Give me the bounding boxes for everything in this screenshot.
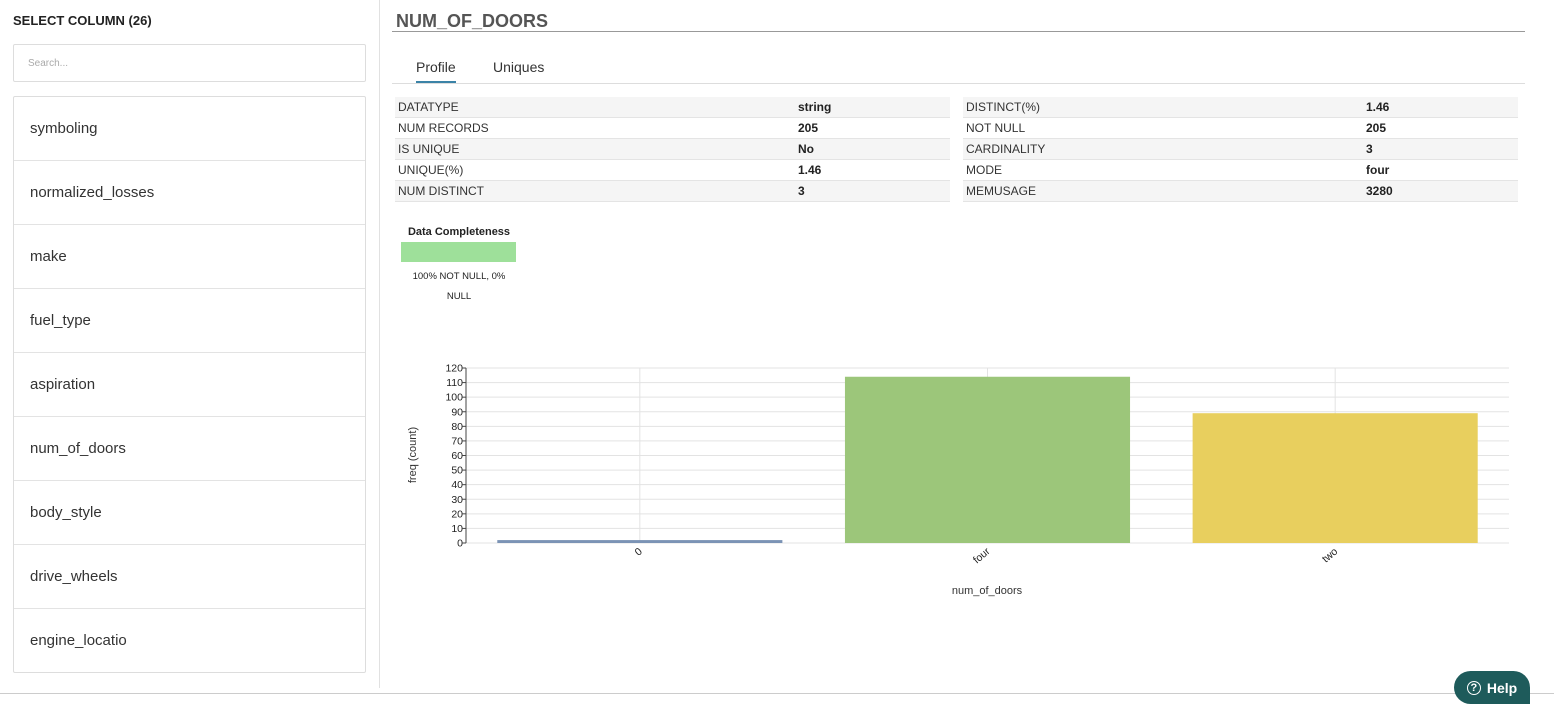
stat-row: CARDINALITY 3	[963, 138, 1518, 160]
tab-profile[interactable]: Profile	[416, 59, 456, 83]
y-tick-label: 20	[451, 508, 463, 520]
stat-row: NUM DISTINCT 3	[395, 180, 950, 202]
tab-uniques[interactable]: Uniques	[493, 59, 544, 81]
data-completeness: Data Completeness 100% NOT NULL, 0% NULL	[401, 226, 517, 307]
y-tick-label: 80	[451, 421, 463, 433]
stat-value: 205	[798, 117, 950, 139]
stat-key: NOT NULL	[963, 117, 1366, 139]
stat-key: NUM RECORDS	[395, 117, 798, 139]
page-title: NUM_OF_DOORS	[396, 11, 549, 31]
stat-key: NUM DISTINCT	[395, 180, 798, 202]
y-tick-label: 70	[451, 435, 463, 447]
stat-value: 3	[1366, 138, 1518, 160]
column-item-drive-wheels[interactable]: drive_wheels	[14, 545, 365, 609]
bar-0[interactable]	[497, 540, 783, 543]
stat-value: 3	[798, 180, 950, 202]
y-tick-label: 120	[445, 363, 463, 375]
y-tick-label: 30	[451, 494, 463, 506]
stat-value: 205	[1366, 117, 1518, 139]
column-item-num-of-doors[interactable]: num_of_doors	[14, 417, 365, 481]
x-tick-label: 0	[633, 545, 645, 558]
y-tick-label: 100	[445, 392, 463, 404]
y-tick-label: 90	[451, 406, 463, 418]
tab-bar: Profile Uniques	[392, 51, 1525, 84]
chart-bars	[497, 376, 1478, 543]
bar-four[interactable]	[844, 376, 1131, 543]
stat-value: 3280	[1366, 180, 1518, 202]
stat-key: UNIQUE(%)	[395, 159, 798, 181]
x-tick-label: four	[971, 545, 993, 566]
frequency-bar-chart: 01020304050607080901001101200 four two num…	[407, 363, 1509, 597]
stat-key: CARDINALITY	[963, 138, 1366, 160]
completeness-bar	[401, 242, 516, 262]
title-divider	[392, 31, 1525, 32]
stat-key: IS UNIQUE	[395, 138, 798, 160]
x-axis-label: num_of_doors	[952, 585, 1023, 597]
column-item-fuel-type[interactable]: fuel_type	[14, 289, 365, 353]
stat-value: string	[798, 97, 950, 118]
stat-row: NOT NULL 205	[963, 117, 1518, 139]
y-tick-label: 110	[446, 377, 463, 389]
stats-table-left: DATATYPE string NUM RECORDS 205 IS UNIQUE N…	[395, 97, 950, 202]
question-circle-icon: ?	[1466, 680, 1481, 695]
column-search-input[interactable]	[13, 44, 366, 82]
y-tick-label: 60	[451, 450, 463, 462]
stat-value: 1.46	[1366, 97, 1518, 118]
footer-divider	[0, 693, 1554, 694]
column-list: symboling normalized_losses make fuel_ty…	[13, 96, 366, 673]
column-item-engine-location[interactable]: engine_locatio	[14, 609, 365, 672]
stat-key: DISTINCT(%)	[963, 97, 1366, 118]
column-item-body-style[interactable]: body_style	[14, 481, 365, 545]
completeness-caption: 100% NOT NULL, 0% NULL	[412, 271, 506, 302]
help-label: Help	[1486, 679, 1518, 696]
column-item-normalized-losses[interactable]: normalized_losses	[14, 161, 365, 225]
y-tick-label: 40	[451, 479, 463, 491]
stat-row: NUM RECORDS 205	[395, 117, 950, 139]
stat-key: MEMUSAGE	[963, 180, 1366, 202]
stat-row: MODE four	[963, 159, 1518, 181]
completeness-title: Data Completeness	[407, 226, 511, 238]
column-item-symboling[interactable]: symboling	[14, 97, 365, 161]
y-axis-label: freq (count)	[407, 427, 419, 483]
stat-key: MODE	[963, 159, 1366, 181]
stat-row: DATATYPE string	[395, 97, 950, 118]
y-tick-label: 50	[451, 465, 463, 477]
stats-table-right: DISTINCT(%) 1.46 NOT NULL 205 CARDINALITY 3…	[963, 97, 1518, 202]
column-selector-panel: SELECT COLUMN (26) symboling normalized_…	[0, 0, 380, 688]
column-item-make[interactable]: make	[14, 225, 365, 289]
x-tick-label: two	[1320, 545, 1340, 565]
stat-row: UNIQUE(%) 1.46	[395, 159, 950, 181]
stat-value: four	[1366, 159, 1518, 181]
column-item-aspiration[interactable]: aspiration	[14, 353, 365, 417]
help-button[interactable]: ? Help	[1454, 671, 1530, 704]
stat-row: IS UNIQUE No	[395, 138, 950, 160]
bar-two[interactable]	[1192, 413, 1478, 543]
select-column-heading: SELECT COLUMN (26)	[13, 13, 152, 28]
stat-row: MEMUSAGE 3280	[963, 180, 1518, 202]
stat-value: No	[798, 138, 950, 160]
column-profile-panel: NUM_OF_DOORS Profile Uniques DATATYPE str…	[381, 0, 1529, 688]
stat-value: 1.46	[798, 159, 950, 181]
stat-key: DATATYPE	[395, 97, 798, 118]
y-tick-label: 10	[451, 523, 463, 535]
stat-row: DISTINCT(%) 1.46	[963, 97, 1518, 118]
